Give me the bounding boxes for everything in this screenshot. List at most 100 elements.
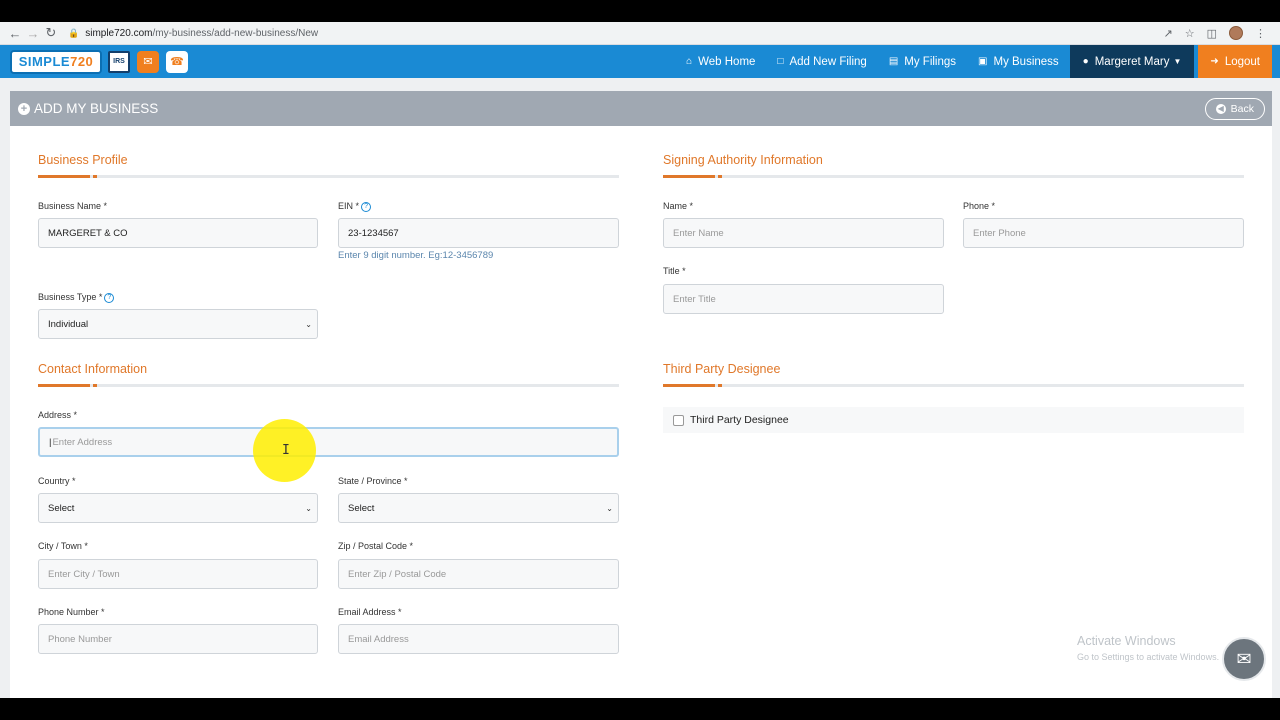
page-title: ADD MY BUSINESS xyxy=(34,101,159,116)
nav-label: My Filings xyxy=(904,55,957,68)
select-value: Select xyxy=(348,502,375,514)
nav-add-new-filing[interactable]: □ Add New Filing xyxy=(766,45,877,78)
ein-hint: Enter 9 digit number. Eg:12-3456789 xyxy=(338,250,494,261)
third-party-title: Third Party Designee xyxy=(663,362,781,376)
main-menu: ⌂ Web Home □ Add New Filing ▤ My Filings ▣ M… xyxy=(675,45,1280,78)
logout-label: Logout xyxy=(1224,55,1260,68)
add-business-card: + ADD MY BUSINESS ◀ Back Business Profil… xyxy=(10,91,1272,698)
ein-label-row: EIN *? xyxy=(338,201,372,212)
placeholder-text: Enter Address xyxy=(52,436,113,448)
user-icon: ● xyxy=(1082,56,1089,67)
text-caret: | xyxy=(49,436,52,448)
url-host: simple720.com xyxy=(85,27,153,39)
third-party-checkbox-row[interactable]: Third Party Designee xyxy=(663,407,1244,433)
sa-title-input[interactable]: Enter Title xyxy=(663,284,944,314)
zip-label: Zip / Postal Code * xyxy=(338,541,414,551)
browser-actions: ↗ ☆ ◫ ⋮ xyxy=(1164,26,1266,40)
phone-icon: ☎ xyxy=(170,56,184,68)
city-label: City / Town * xyxy=(38,541,88,551)
address-bar[interactable]: 🔒 simple720.com/my-business/add-new-busi… xyxy=(68,28,1164,39)
third-party-checkbox[interactable] xyxy=(673,414,684,426)
sidebar-icon[interactable]: ◫ xyxy=(1207,27,1217,40)
ein-label: EIN * xyxy=(338,201,360,211)
third-party-checkbox-label: Third Party Designee xyxy=(690,414,789,426)
user-menu[interactable]: ● Margeret Mary ▼ xyxy=(1069,45,1195,78)
lock-icon: 🔒 xyxy=(68,27,80,38)
chevron-down-icon: ⌄ xyxy=(606,503,613,513)
profile-avatar[interactable] xyxy=(1229,26,1243,40)
page-content: + ADD MY BUSINESS ◀ Back Business Profil… xyxy=(0,78,1280,698)
phone-number-label: Phone Number * xyxy=(38,607,105,617)
address-input[interactable]: | Enter Address xyxy=(38,427,619,457)
simple720-logo[interactable]: SIMPLE 720 xyxy=(10,49,102,74)
phone-number-input[interactable]: Phone Number xyxy=(38,624,318,654)
city-input[interactable]: Enter City / Town xyxy=(38,559,318,589)
business-name-label: Business Name * xyxy=(38,201,108,211)
app-navbar: SIMPLE 720 IRS ✉ ☎ ⌂ Web Home □ Add New Fil… xyxy=(0,45,1280,78)
back-label: Back xyxy=(1230,102,1254,115)
mail-icon: ✉ xyxy=(143,56,153,68)
list-icon: ▤ xyxy=(888,56,899,67)
ein-input[interactable]: 23-1234567 xyxy=(338,218,619,248)
activate-windows-title: Activate Windows xyxy=(1077,634,1176,648)
nav-my-filings[interactable]: ▤ My Filings xyxy=(878,45,967,78)
business-type-label: Business Type * xyxy=(38,292,103,302)
briefcase-icon: ▣ xyxy=(978,56,988,67)
bottom-black-bar xyxy=(0,698,1280,720)
section-divider xyxy=(38,175,619,178)
nav-label: Web Home xyxy=(698,55,756,68)
ibeam-cursor-icon: I xyxy=(282,443,290,458)
top-black-bar xyxy=(0,0,1280,22)
chevron-down-icon: ⌄ xyxy=(305,319,312,329)
back-arrow-icon[interactable]: ← xyxy=(6,26,24,41)
email-address-input[interactable]: Email Address xyxy=(338,624,619,654)
business-type-label-row: Business Type *? xyxy=(38,292,115,303)
country-select[interactable]: Select ⌄ xyxy=(38,493,318,523)
share-icon[interactable]: ↗ xyxy=(1164,27,1173,40)
back-circle-icon: ◀ xyxy=(1215,103,1226,114)
file-icon: □ xyxy=(777,56,784,67)
help-icon[interactable]: ? xyxy=(104,292,115,303)
star-icon[interactable]: ☆ xyxy=(1185,27,1195,40)
chevron-down-icon: ⌄ xyxy=(305,503,312,513)
sa-phone-input[interactable]: Enter Phone xyxy=(963,218,1244,248)
caret-down-icon: ▼ xyxy=(1173,57,1182,66)
sa-name-label: Name * xyxy=(663,201,694,211)
select-value: Select xyxy=(48,502,75,514)
reload-icon[interactable]: ↻ xyxy=(42,25,60,41)
card-header: + ADD MY BUSINESS ◀ Back xyxy=(10,91,1272,126)
nav-label: My Business xyxy=(993,55,1059,68)
section-divider xyxy=(38,384,619,387)
email-address-label: Email Address * xyxy=(338,607,402,617)
section-divider xyxy=(663,175,1244,178)
business-type-select[interactable]: Individual ⌄ xyxy=(38,309,318,339)
activate-windows-subtitle: Go to Settings to activate Windows. xyxy=(1077,652,1220,662)
country-label: Country * xyxy=(38,476,76,486)
business-name-input[interactable]: MARGERET & CO xyxy=(38,218,318,248)
irs-badge: IRS xyxy=(108,50,130,73)
chat-mail-button[interactable]: ✉ xyxy=(1222,637,1266,681)
logout-button[interactable]: ➜ Logout xyxy=(1198,45,1272,78)
signing-authority-title: Signing Authority Information xyxy=(663,153,823,167)
sa-name-input[interactable]: Enter Name xyxy=(663,218,944,248)
browser-toolbar: ← → ↻ 🔒 simple720.com/my-business/add-ne… xyxy=(0,22,1280,45)
forward-arrow-icon[interactable]: → xyxy=(24,26,42,41)
zip-input[interactable]: Enter Zip / Postal Code xyxy=(338,559,619,589)
business-profile-title: Business Profile xyxy=(38,153,128,167)
section-divider xyxy=(663,384,1244,387)
home-icon: ⌂ xyxy=(686,56,693,67)
back-button[interactable]: ◀ Back xyxy=(1204,97,1265,120)
phone-button[interactable]: ☎ xyxy=(166,50,188,73)
plus-circle-icon: + xyxy=(18,102,30,115)
kebab-menu-icon[interactable]: ⋮ xyxy=(1255,27,1266,40)
email-button[interactable]: ✉ xyxy=(137,50,159,73)
url-path: /my-business/add-new-business/New xyxy=(152,27,319,39)
nav-label: Add New Filing xyxy=(789,55,867,68)
nav-my-business[interactable]: ▣ My Business xyxy=(967,45,1070,78)
select-value: Individual xyxy=(48,318,89,330)
state-select[interactable]: Select ⌄ xyxy=(338,493,619,523)
nav-web-home[interactable]: ⌂ Web Home xyxy=(675,45,766,78)
help-icon[interactable]: ? xyxy=(361,201,372,212)
logo-number: 720 xyxy=(70,54,94,69)
screen: ← → ↻ 🔒 simple720.com/my-business/add-ne… xyxy=(0,0,1280,720)
